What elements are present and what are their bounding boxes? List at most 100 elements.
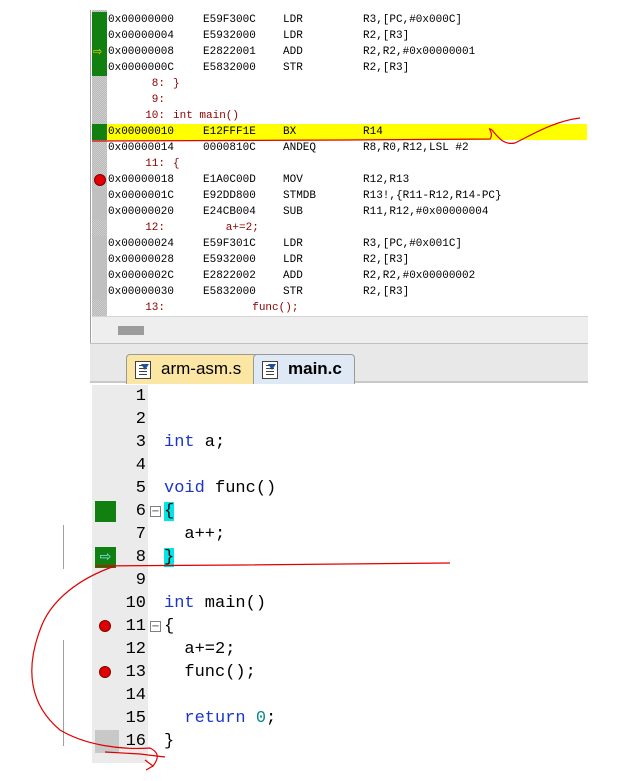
asm-opcode-hex: E24CB004 (203, 206, 256, 218)
fold-guide (63, 525, 64, 569)
code-token: ; (266, 709, 277, 728)
asm-opcode-hex: E2822002 (203, 270, 256, 282)
code-token: main() (194, 594, 267, 613)
asm-line[interactable]: 0x00000030 E5832000 STR R2,[R3] (107, 284, 587, 300)
asm-address: 0x00000020 (108, 206, 175, 218)
asm-opcode-hex: E5932000 (203, 30, 256, 42)
source-line[interactable]: 11: { (107, 156, 587, 172)
source-line-number: 10: (145, 110, 165, 122)
asm-line[interactable]: 0x00000008 E2822001 ADD R2,R2,#0x00000001 (107, 44, 587, 60)
editor-line[interactable]: 2 (92, 408, 588, 431)
line-number: 9 (135, 571, 146, 590)
source-line[interactable]: 13: func(); (107, 300, 587, 316)
asm-operands: R2,[R3] (363, 254, 410, 266)
keyword-token: int (164, 594, 195, 613)
asm-mnemonic: STR (283, 286, 303, 298)
source-line-code: { (173, 158, 180, 170)
asm-mnemonic: SUB (283, 206, 303, 218)
editor-line[interactable]: 12 a+=2; (92, 638, 588, 661)
asm-mnemonic: ADD (283, 46, 303, 58)
code-coverage-marker (92, 268, 107, 284)
keyword-token: return (184, 709, 246, 728)
horizontal-scrollbar[interactable] (92, 316, 588, 343)
editor-line[interactable]: 3 int a; (92, 431, 588, 454)
asm-address: 0x0000002C (108, 270, 175, 282)
asm-line[interactable]: 0x0000001C E92DD800 STMDB R13!,{R11-R12,R14… (107, 188, 587, 204)
editor-line[interactable]: 16} (92, 730, 588, 753)
line-number: 11 (125, 617, 146, 636)
breakpoint-icon[interactable] (99, 620, 111, 632)
source-line-code: a+=2; (173, 222, 259, 234)
editor-line[interactable]: 9 (92, 569, 588, 592)
asm-line[interactable]: 0x0000000C E5832000 STR R2,[R3] (107, 60, 587, 76)
line-number: 7 (135, 525, 146, 544)
asm-opcode-hex: E59F301C (203, 238, 256, 250)
line-number: 10 (125, 594, 146, 613)
keyword-token: void (164, 479, 205, 498)
asm-address: 0x00000024 (108, 238, 175, 250)
code-text: void func() (164, 477, 276, 500)
asm-operands: R2,R2,#0x00000002 (363, 270, 476, 282)
code-coverage-marker (92, 204, 107, 220)
asm-mnemonic: LDR (283, 238, 303, 250)
asm-address: 0x0000001C (108, 190, 175, 202)
asm-operands: R14 (363, 126, 383, 138)
editor-line[interactable]: 5 void func() (92, 477, 588, 500)
source-line[interactable]: 10: int main() (107, 108, 587, 124)
code-token: } (164, 732, 175, 751)
editor-line[interactable]: 7 a++; (92, 523, 588, 546)
source-line-number: 8: (151, 78, 165, 90)
source-line-number: 9: (151, 94, 165, 106)
asm-line[interactable]: 0x00000018 E1A0C00D MOV R12,R13 (107, 172, 587, 188)
fold-toggle-icon[interactable]: − (150, 506, 161, 517)
fold-toggle-icon[interactable]: − (150, 621, 161, 632)
code-coverage-marker (92, 236, 107, 252)
source-line[interactable]: 8:} (107, 76, 587, 92)
code-token: a+=2; (164, 640, 236, 659)
source-line-code: func(); (173, 302, 299, 314)
scrollbar-thumb[interactable] (118, 326, 144, 335)
asm-operands: R2,[R3] (363, 286, 410, 298)
editor-line[interactable]: 15 return 0; (92, 707, 588, 730)
breakpoint-icon[interactable] (94, 174, 106, 186)
editor-line[interactable]: 10 int main() (92, 592, 588, 615)
fold-guide (63, 640, 64, 746)
code-token: func(); (164, 663, 256, 682)
asm-operands: R2,R2,#0x00000001 (363, 46, 476, 58)
asm-line[interactable]: 0x00000010 E12FFF1E BX R14 (107, 124, 587, 140)
asm-line[interactable]: 0x00000014 0000810C ANDEQ R8,R0,R12,LSL #2 (107, 140, 587, 156)
line-number: 3 (135, 433, 146, 452)
breakpoint-icon[interactable] (99, 666, 111, 678)
source-line-code: } (173, 78, 180, 90)
code-text: { (164, 615, 174, 638)
asm-line[interactable]: 0x00000024 E59F301C LDR R3,[PC,#0x001C] (107, 236, 587, 252)
source-line[interactable]: 12: a+=2; (107, 220, 587, 236)
editor-line[interactable]: 14 (92, 684, 588, 707)
code-token: func() (204, 479, 277, 498)
editor-line[interactable]: 4 (92, 454, 588, 477)
asm-operands: R2,[R3] (363, 30, 410, 42)
editor-line[interactable]: ⇨ 8} (92, 546, 588, 569)
editor-line[interactable]: 6−{ (92, 500, 588, 523)
asm-opcode-hex: E12FFF1E (203, 126, 256, 138)
asm-opcode-hex: E59F300C (203, 14, 256, 26)
tab-main-c[interactable]: main.c (253, 354, 355, 384)
asm-opcode-hex: E5832000 (203, 286, 256, 298)
asm-line[interactable]: 0x00000028 E5932000 LDR R2,[R3] (107, 252, 587, 268)
asm-line[interactable]: 0x00000020 E24CB004 SUB R11,R12,#0x00000004 (107, 204, 587, 220)
editor-line[interactable]: 13 func(); (92, 661, 588, 684)
asm-opcode-hex: E5932000 (203, 254, 256, 266)
asm-opcode-hex: E5832000 (203, 62, 256, 74)
source-line[interactable]: 9: (107, 92, 587, 108)
editor-line[interactable]: 1 (92, 385, 588, 408)
asm-opcode-hex: E1A0C00D (203, 174, 256, 186)
matched-brace: } (164, 548, 175, 567)
asm-address: 0x00000008 (108, 46, 175, 58)
editor-line[interactable]: 11−{ (92, 615, 588, 638)
asm-line[interactable]: 0x0000002C E2822002 ADD R2,R2,#0x00000002 (107, 268, 587, 284)
asm-line[interactable]: 0x00000004 E5932000 LDR R2,[R3] (107, 28, 587, 44)
code-token: a++; (164, 525, 226, 544)
asm-line[interactable]: 0x00000000 E59F300C LDR R3,[PC,#0x000C] (107, 12, 587, 28)
